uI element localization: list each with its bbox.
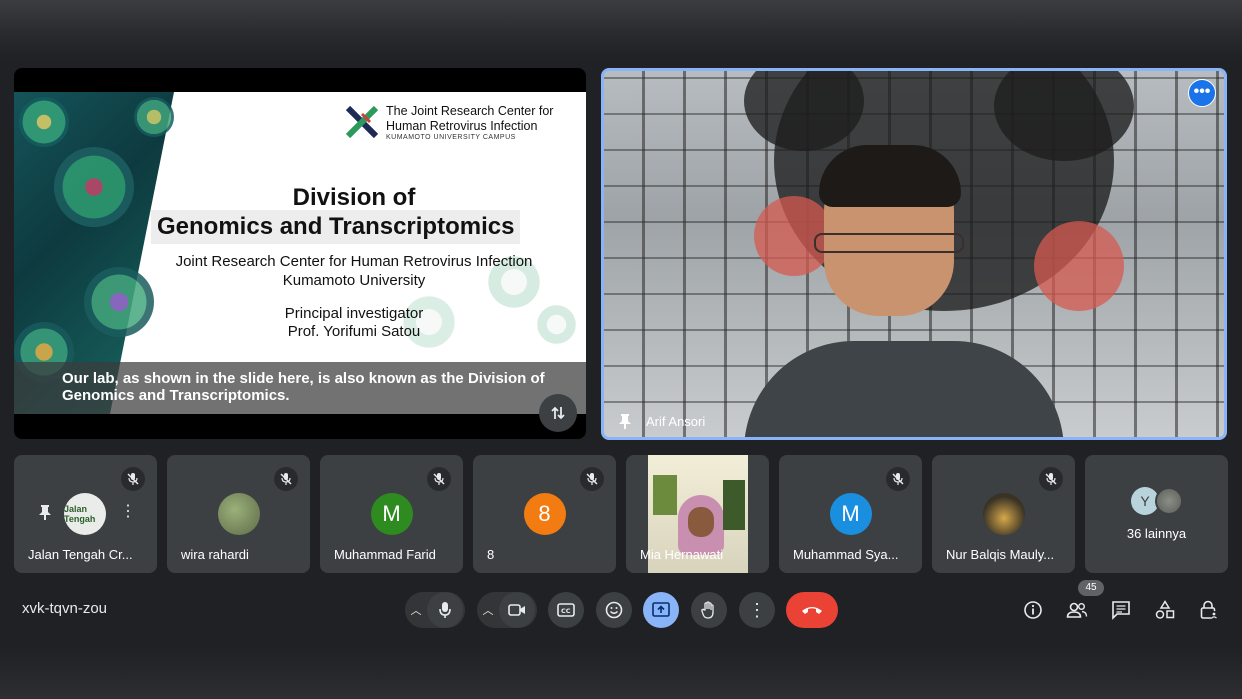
slide-title-line-2: Genomics and Transcriptomics (151, 210, 521, 244)
call-end-icon (802, 607, 822, 614)
leave-call-button[interactable] (786, 592, 838, 628)
mic-off-icon (1039, 467, 1063, 491)
participant-tile-5[interactable]: Mia Hernawati (626, 455, 769, 573)
microphone-icon (439, 602, 451, 618)
camera-button[interactable] (499, 592, 535, 628)
x-logo-icon (344, 104, 380, 146)
participant-tile-1[interactable]: Jalan Tengah ⋮ Jalan Tengah Cr... (14, 455, 157, 573)
chevron-up-icon[interactable]: ︿ (405, 602, 427, 618)
speaker-name: Arif Ansori (646, 413, 706, 429)
present-screen-button[interactable] (643, 592, 679, 628)
more-horiz-icon: ••• (1193, 83, 1211, 100)
swap-tiles-button[interactable] (539, 394, 577, 432)
participant-tile-2[interactable]: wira rahardi (167, 455, 310, 573)
participant-name: Nur Balqis Mauly... (946, 547, 1055, 562)
more-vert-icon: ⋮ (748, 599, 766, 620)
people-count-badge: 45 (1078, 580, 1104, 596)
mic-off-icon (427, 467, 451, 491)
camera-control-group[interactable]: ︿ (477, 592, 537, 628)
institute-logo: The Joint Research Center for Human Retr… (344, 104, 553, 146)
host-controls-button[interactable] (1196, 597, 1222, 623)
activities-button[interactable] (1152, 597, 1178, 623)
slide-title-line-1: Division of (292, 184, 416, 211)
participant-name: Muhammad Farid (334, 547, 436, 562)
participant-tile-4[interactable]: 8 8 (473, 455, 616, 573)
slide-line-2: Kumamoto University (282, 272, 426, 289)
slide-line-4: Prof. Yorifumi Satou (287, 323, 421, 340)
mic-off-icon (274, 467, 298, 491)
pin-icon (39, 505, 51, 520)
activities-shapes-icon (1155, 600, 1175, 619)
chat-icon (1112, 601, 1130, 620)
info-icon (1024, 601, 1042, 619)
microphone-button[interactable] (427, 592, 463, 628)
participant-name: wira rahardi (181, 547, 249, 562)
participant-tile-6[interactable]: M Muhammad Sya... (779, 455, 922, 573)
slide-line-3: Principal investigator (284, 305, 424, 322)
participant-name: Mia Hernawati (640, 547, 724, 562)
mic-off-icon (121, 467, 145, 491)
mic-control-group[interactable]: ︿ (405, 592, 465, 628)
raise-hand-button[interactable] (691, 592, 727, 628)
people-icon (1066, 602, 1088, 618)
active-speaker-tile[interactable]: ••• Arif Ansori (601, 68, 1227, 440)
people-button[interactable] (1064, 597, 1090, 623)
participant-name: Muhammad Sya... (793, 547, 899, 562)
camera-icon (508, 604, 525, 616)
mic-off-icon (580, 467, 604, 491)
pin-button[interactable] (38, 504, 52, 525)
emoji-icon (605, 601, 623, 619)
present-to-all-icon (652, 602, 670, 617)
more-options-button[interactable]: ••• (1188, 79, 1216, 107)
closed-captions-icon: CC (557, 603, 575, 617)
bottom-background (0, 648, 1242, 699)
captions-button[interactable]: CC (548, 592, 584, 628)
meeting-details-button[interactable] (1020, 597, 1046, 623)
participant-avatar: M (829, 493, 872, 535)
chevron-up-icon[interactable]: ︿ (477, 602, 499, 618)
reactions-button[interactable] (596, 592, 632, 628)
participant-avatar: 8 (523, 493, 566, 535)
svg-text:CC: CC (561, 607, 571, 615)
presentation-slide: The Joint Research Center for Human Retr… (14, 92, 586, 414)
participant-avatar: Jalan Tengah (64, 493, 106, 535)
chat-button[interactable] (1108, 597, 1134, 623)
hand-icon (701, 601, 714, 619)
logo-line-1: The Joint Research Center for (386, 104, 554, 118)
speaker-video (744, 145, 1114, 437)
presentation-tile[interactable]: The Joint Research Center for Human Retr… (14, 68, 586, 439)
meeting-code: xvk-tqvn-zou (22, 600, 108, 617)
speaker-label: Arif Ansori (618, 413, 705, 429)
top-background (0, 0, 1242, 60)
logo-subtitle: KUMAMOTO UNIVERSITY CAMPUS (386, 134, 516, 141)
participant-avatar (217, 493, 260, 535)
more-participants-label: 36 lainnya (1126, 526, 1187, 541)
more-participants-tile[interactable]: Y 36 lainnya (1085, 455, 1228, 573)
more-options-button[interactable]: ⋮ (739, 592, 775, 628)
lock-person-icon (1200, 600, 1218, 619)
participant-avatar-photo (1155, 487, 1183, 515)
caption-box: Our lab, as shown in the slide here, is … (14, 362, 586, 414)
participant-name: 8 (487, 547, 495, 562)
caption-text: Our lab, as shown in the slide here, is … (62, 370, 545, 404)
participant-name: Jalan Tengah Cr... (28, 547, 133, 562)
participant-avatar: M (370, 493, 413, 535)
participant-avatar (982, 493, 1025, 535)
logo-line-2: Human Retrovirus Infection (386, 119, 538, 133)
slide-line-1: Joint Research Center for Human Retrovir… (175, 253, 533, 270)
pin-icon (619, 414, 631, 429)
participant-tile-3[interactable]: M Muhammad Farid (320, 455, 463, 573)
swap-icon (551, 406, 565, 420)
mic-off-icon (886, 467, 910, 491)
participant-tile-7[interactable]: Nur Balqis Mauly... (932, 455, 1075, 573)
more-vert-icon[interactable]: ⋮ (120, 504, 136, 520)
